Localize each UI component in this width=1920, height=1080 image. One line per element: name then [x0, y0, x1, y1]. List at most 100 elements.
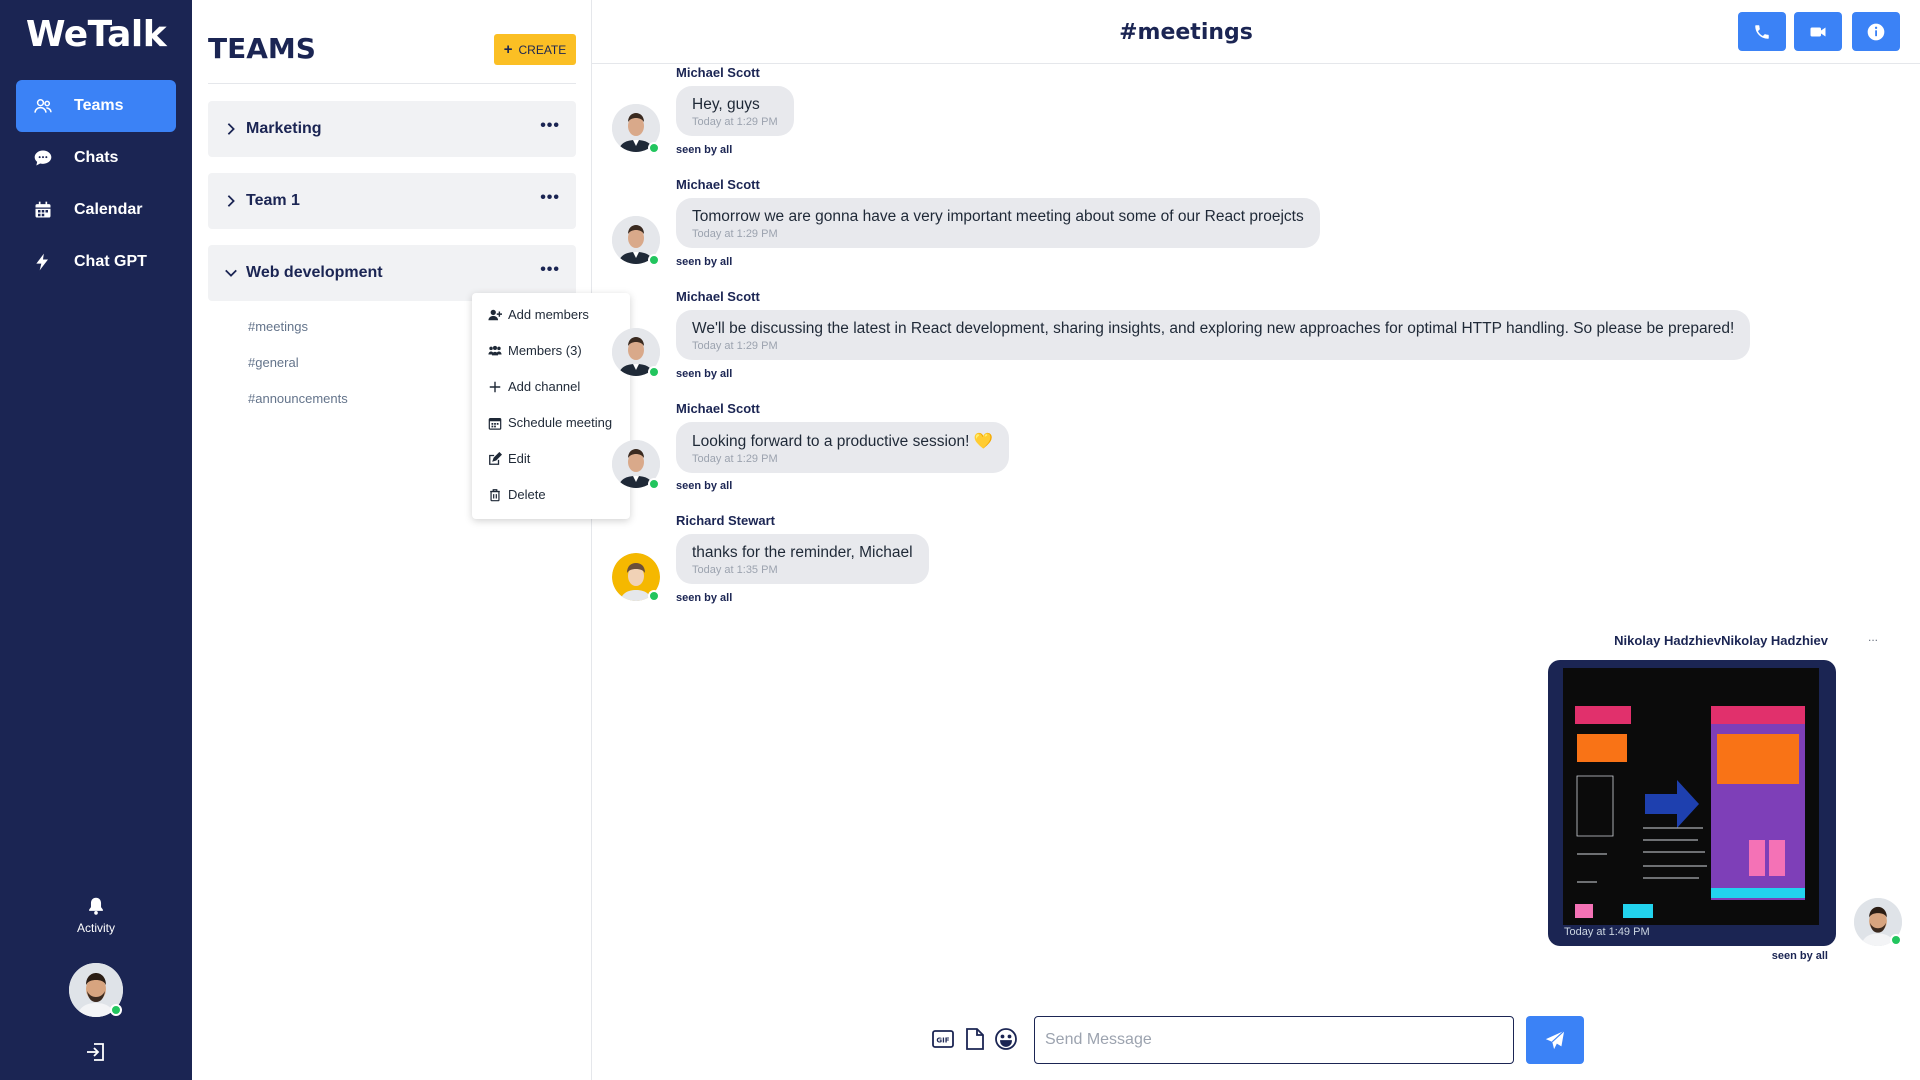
chat-header: #meetings: [592, 0, 1920, 64]
calendar-icon: [488, 417, 502, 430]
phone-icon: [1755, 24, 1769, 39]
trash-icon: [490, 488, 500, 501]
message-bubble: thanks for the reminder, Michael Today a…: [676, 534, 929, 584]
send-button[interactable]: [1526, 1016, 1584, 1064]
message-bubble: Looking forward to a productive session!…: [676, 422, 1010, 473]
more-options-icon[interactable]: •••: [540, 189, 560, 207]
team-card-marketing[interactable]: Marketing •••: [208, 101, 576, 157]
logout-icon[interactable]: [84, 1040, 108, 1064]
team-name: Web development: [246, 264, 383, 281]
menu-item-delete[interactable]: Delete: [488, 487, 546, 502]
online-status-dot: [648, 142, 660, 154]
chat-bubble-icon: [32, 147, 54, 169]
user-plus-icon: [488, 309, 502, 320]
seen-status: seen by all: [676, 368, 733, 380]
message-text: Tomorrow we are gonna have a very import…: [692, 208, 1304, 225]
message-text: thanks for the reminder, Michael: [692, 544, 913, 561]
message-author: Michael Scott: [676, 289, 760, 304]
message-time: Today at 1:29 PM: [692, 340, 778, 352]
message-input[interactable]: [1034, 1016, 1514, 1064]
team-card-team-1[interactable]: Team 1 •••: [208, 173, 576, 229]
chevron-down-icon: [225, 269, 237, 277]
message-time: Today at 1:35 PM: [692, 564, 778, 576]
send-icon: [1545, 1030, 1565, 1050]
emoji-icon[interactable]: [993, 1026, 1019, 1052]
online-status-dot: [648, 254, 660, 266]
chat-area: #meetings Michael Scott Hey, guys Today …: [592, 0, 1920, 1080]
nav-label-chats: Chats: [74, 149, 119, 166]
file-icon[interactable]: [962, 1026, 988, 1052]
team-name: Team 1: [246, 192, 300, 209]
message-time: Today at 1:29 PM: [692, 116, 778, 128]
plus-icon: +: [503, 41, 513, 58]
menu-label: Members (3): [508, 343, 582, 358]
message-time: Today at 1:29 PM: [692, 453, 778, 465]
menu-item-add-channel[interactable]: Add channel: [488, 379, 580, 394]
nav-item-chat-gpt[interactable]: Chat GPT: [16, 236, 176, 288]
menu-label: Add members: [508, 307, 589, 322]
message-options-button[interactable]: ...: [1868, 630, 1878, 644]
calendar-icon: [32, 199, 54, 221]
message-bubble: Hey, guys Today at 1:29 PM: [676, 86, 794, 136]
video-camera-icon: [1810, 27, 1826, 36]
menu-item-edit[interactable]: Edit: [488, 451, 530, 466]
gif-icon[interactable]: GIF: [930, 1026, 956, 1052]
svg-text:GIF: GIF: [936, 1037, 949, 1045]
image-message[interactable]: Today at 1:49 PM: [1548, 660, 1836, 946]
message-time: Today at 1:29 PM: [692, 228, 778, 240]
message-author: Michael Scott: [676, 65, 760, 80]
message-time: Today at 1:49 PM: [1564, 926, 1650, 938]
menu-label: Add channel: [508, 379, 581, 394]
message-bubble: Tomorrow we are gonna have a very import…: [676, 198, 1320, 248]
users-group-icon: [488, 345, 502, 355]
more-options-icon[interactable]: •••: [540, 261, 560, 279]
bell-icon: [89, 897, 103, 915]
nav-item-calendar[interactable]: Calendar: [16, 184, 176, 236]
nav-item-chats[interactable]: Chats: [16, 132, 176, 184]
nav-label-teams: Teams: [74, 97, 124, 114]
edit-icon: [489, 451, 502, 465]
seen-status: seen by all: [676, 256, 733, 268]
online-status-dot: [1890, 934, 1902, 946]
online-status-dot: [648, 478, 660, 490]
create-label: CREATE: [518, 42, 567, 57]
channel-announcements[interactable]: #announcements: [248, 391, 348, 406]
message-image[interactable]: [1563, 668, 1819, 925]
message-author: Michael Scott: [676, 177, 760, 192]
nav-item-teams[interactable]: Teams: [16, 80, 176, 132]
app-logo: WeTalk: [25, 14, 167, 55]
message-composer: GIF: [592, 1010, 1920, 1070]
message-bubble: We'll be discussing the latest in React …: [676, 310, 1751, 360]
plus-icon: [489, 381, 501, 392]
channel-general[interactable]: #general: [248, 355, 299, 370]
message-text: Looking forward to a productive session!…: [692, 433, 994, 450]
users-icon: [32, 95, 54, 117]
menu-label: Delete: [508, 487, 546, 502]
menu-item-members[interactable]: Members (3): [488, 343, 582, 358]
channel-title: #meetings: [1119, 20, 1253, 45]
message-author: Richard Stewart: [676, 513, 775, 528]
divider: [208, 83, 576, 84]
more-options-icon[interactable]: •••: [540, 117, 560, 135]
channel-meetings[interactable]: #meetings: [248, 319, 308, 334]
online-status-dot: [648, 366, 660, 378]
video-call-button[interactable]: [1794, 12, 1842, 51]
message-author: Nikolay HadzhievNikolay Hadzhiev: [1614, 633, 1828, 648]
seen-status: seen by all: [1771, 950, 1828, 962]
activity-label: Activity: [76, 921, 115, 935]
create-team-button[interactable]: + CREATE: [494, 34, 576, 65]
teams-title: TEAMS: [208, 32, 316, 65]
chevron-right-icon: [227, 195, 235, 207]
menu-item-add-members[interactable]: Add members: [488, 307, 589, 322]
message-author: Michael Scott: [676, 401, 760, 416]
seen-status: seen by all: [676, 592, 733, 604]
channel-info-button[interactable]: [1852, 12, 1900, 51]
bolt-icon: [32, 251, 54, 273]
voice-call-button[interactable]: [1738, 12, 1786, 51]
online-status-dot: [648, 590, 660, 602]
online-status-dot: [110, 1004, 122, 1016]
seen-status: seen by all: [676, 144, 733, 156]
app: WeTalk Teams Chats Calendar Chat GPT Act…: [0, 0, 1920, 1080]
info-icon: [1867, 23, 1885, 40]
activity-button[interactable]: Activity: [0, 895, 192, 935]
